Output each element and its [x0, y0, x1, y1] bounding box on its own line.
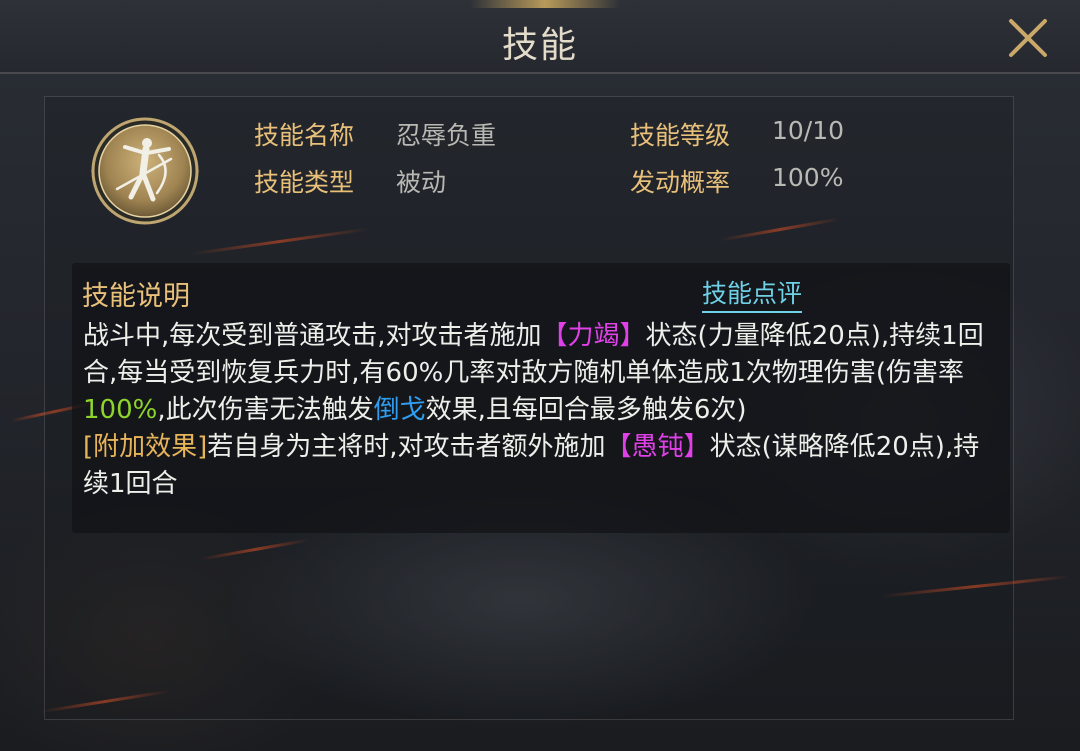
- close-button[interactable]: [1004, 14, 1052, 62]
- skill-type-value: 被动: [396, 168, 447, 197]
- skill-emblem: [87, 113, 203, 229]
- skill-type-label: 技能类型: [254, 168, 355, 197]
- title-bar: 技能: [0, 0, 1080, 74]
- skill-description: 战斗中,每次受到普通攻击,对攻击者施加【力竭】状态(力量降低20点),持续1回合…: [83, 318, 1003, 503]
- description-heading: 技能说明: [82, 281, 190, 312]
- description-text: 战斗中,每次受到普通攻击,对攻击者施加: [83, 321, 542, 351]
- skill-emblem-icon: [91, 117, 199, 225]
- trigger-rate-value: 100%: [772, 163, 844, 192]
- skill-level-value: 10/10: [772, 116, 845, 145]
- trigger-rate-label: 发动概率: [630, 168, 731, 197]
- damage-rate: 100%: [83, 395, 158, 425]
- status-exhaustion: 【力竭】: [541, 321, 646, 351]
- close-icon: [1009, 19, 1047, 57]
- skill-name-label: 技能名称: [254, 121, 355, 150]
- skill-review-link[interactable]: 技能点评: [702, 274, 803, 313]
- extra-effect-tag: [附加效果]: [83, 432, 208, 462]
- description-text: 效果,且每回合最多触发6次): [425, 395, 747, 425]
- keyword-betrayal: 倒戈: [373, 395, 426, 425]
- skill-name-value: 忍辱负重: [396, 121, 497, 150]
- title-ornament: [470, 0, 620, 8]
- window-title: 技能: [501, 25, 578, 66]
- description-text: ,此次伤害无法触发: [157, 395, 374, 425]
- status-dullness: 【愚钝】: [605, 432, 710, 462]
- description-text: 若自身为主将时,对攻击者额外施加: [207, 432, 606, 462]
- skill-level-label: 技能等级: [630, 121, 731, 150]
